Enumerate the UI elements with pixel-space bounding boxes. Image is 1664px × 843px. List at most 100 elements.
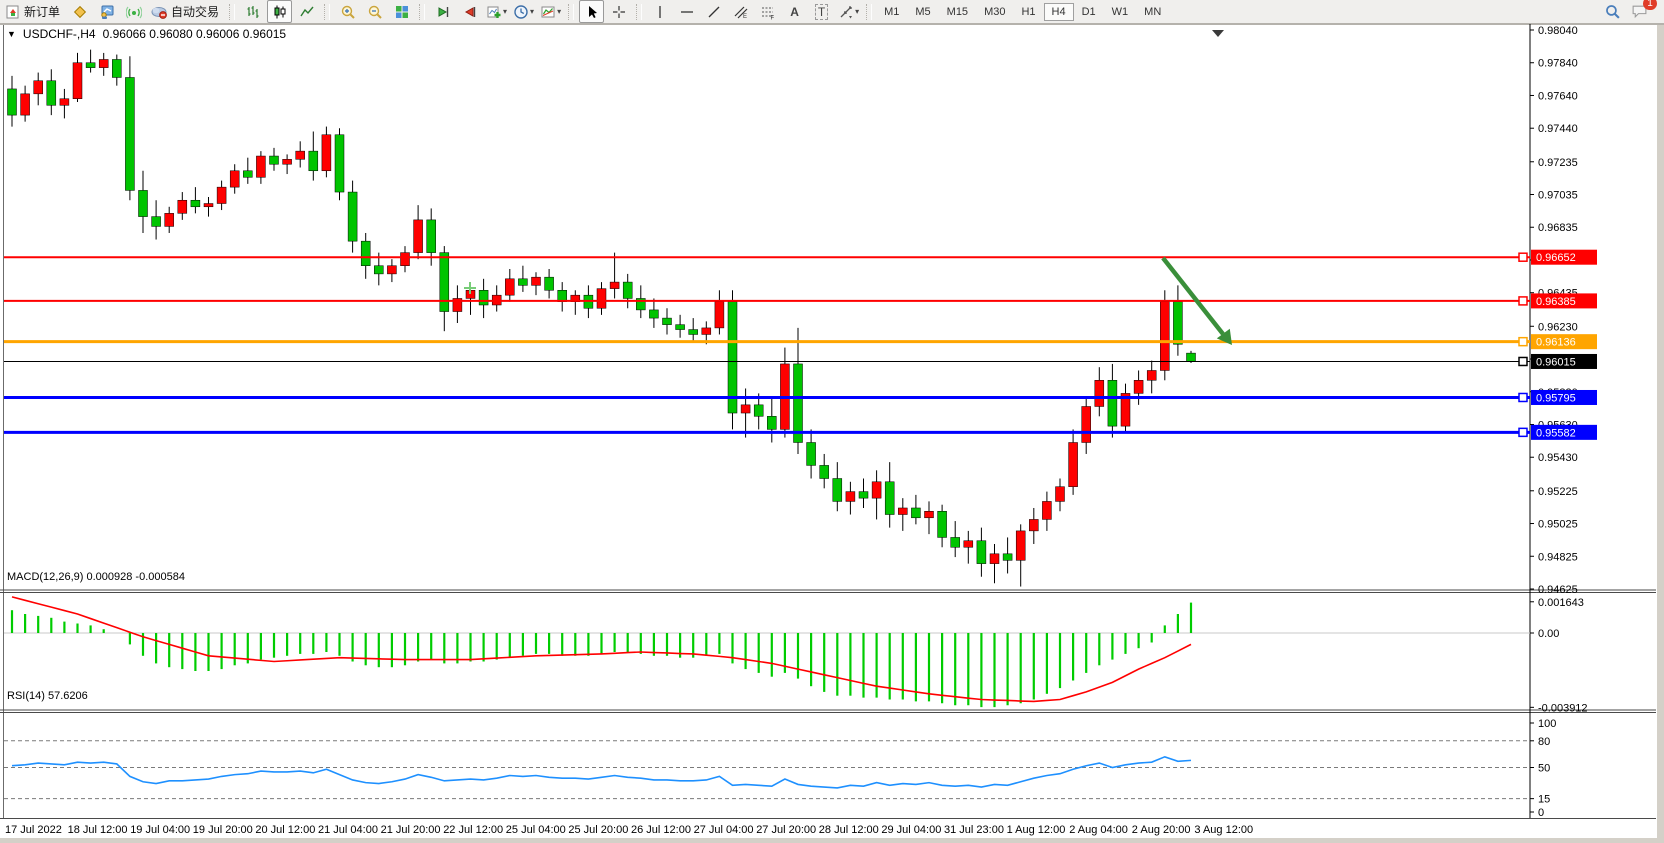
chart-shift-button[interactable] [457, 0, 482, 23]
hline-anchor[interactable] [1519, 428, 1527, 436]
candle-body [34, 81, 43, 94]
hline-anchor[interactable] [1519, 253, 1527, 261]
signal-button[interactable] [121, 0, 146, 23]
candle-body [256, 156, 265, 177]
zoom-in-button[interactable] [335, 0, 360, 23]
trendline-tool-button[interactable] [701, 0, 726, 23]
hline-anchor[interactable] [1519, 297, 1527, 305]
hline-anchor[interactable] [1519, 357, 1527, 365]
timeframe-h4-button[interactable]: H4 [1044, 3, 1074, 21]
macd-indicator-label: MACD(12,26,9) 0.000928 -0.000584 [7, 571, 185, 583]
auto-trading-button[interactable]: 自动交易 [148, 0, 224, 23]
candle-body [270, 156, 279, 164]
hline-anchor[interactable] [1519, 338, 1527, 346]
candle-body [597, 289, 606, 309]
candle-body [1016, 531, 1025, 560]
candle-body [21, 94, 30, 115]
rsi-indicator-label: RSI(14) 57.6206 [7, 690, 88, 702]
candle-body [767, 416, 776, 429]
timeframe-m15-button[interactable]: M15 [939, 3, 976, 21]
time-axis-label: 21 Jul 20:00 [381, 824, 441, 836]
search-button[interactable] [1600, 0, 1625, 23]
chart-shift-icon [462, 4, 478, 20]
window-right-edge [1657, 24, 1664, 843]
crosshair-icon [611, 4, 627, 20]
gold-button[interactable] [67, 0, 92, 23]
add-indicator-button[interactable]: ▾ [484, 0, 509, 23]
zoom-out-icon [367, 4, 383, 20]
auto-trading-icon [150, 4, 168, 20]
auto-scroll-button[interactable] [430, 0, 455, 23]
candle-body [8, 89, 17, 115]
timeframe-w1-button[interactable]: W1 [1104, 3, 1137, 21]
candle-body [1042, 501, 1051, 519]
price-tick-label: 0.95025 [1538, 519, 1578, 531]
price-tick-label: 0.97440 [1538, 123, 1578, 135]
candle-body [440, 253, 449, 312]
label-tool-icon: T [815, 4, 828, 20]
chart-ohlc-values: 0.96066 0.96080 0.96006 0.96015 [103, 27, 287, 41]
text-tool-icon: A [790, 5, 799, 19]
vertical-line-tool-button[interactable] [647, 0, 672, 23]
zoom-out-button[interactable] [362, 0, 387, 23]
candle-body [1082, 406, 1091, 442]
price-tick-label: 0.98040 [1538, 25, 1578, 37]
new-order-button[interactable]: 新订单 [3, 0, 65, 23]
tile-windows-icon [394, 4, 410, 20]
toolbar-separator [568, 4, 574, 20]
fibonacci-tool-button[interactable]: F [755, 0, 780, 23]
timeframe-m5-button[interactable]: M5 [907, 3, 938, 21]
horizontal-line-icon [679, 4, 695, 20]
timeframe-d1-button[interactable]: D1 [1074, 3, 1104, 21]
template-icon [540, 4, 556, 20]
tile-windows-button[interactable] [389, 0, 414, 23]
cursor-tool-button[interactable] [579, 0, 604, 23]
auto-scroll-icon [435, 4, 451, 20]
market-watch-button[interactable] [94, 0, 119, 23]
bar-chart-mode-button[interactable] [240, 0, 265, 23]
timeframe-m30-button[interactable]: M30 [976, 3, 1013, 21]
candle-body [1173, 302, 1182, 345]
price-tick-label: 0.96230 [1538, 321, 1578, 333]
candle-body [73, 63, 82, 99]
hline-anchor[interactable] [1519, 393, 1527, 401]
candle-body [977, 541, 986, 564]
candle-body [794, 364, 803, 443]
candlestick-mode-button[interactable] [267, 0, 292, 23]
fibonacci-icon: F [760, 4, 776, 20]
templates-button[interactable]: ▾ [538, 0, 563, 23]
timeframe-h1-button[interactable]: H1 [1013, 3, 1043, 21]
channel-tool-button[interactable]: E [728, 0, 753, 23]
notifications-button[interactable]: 1 [1627, 0, 1652, 23]
price-tick-label: 0.94825 [1538, 551, 1578, 563]
candle-body [1056, 487, 1065, 502]
timeframe-m1-button[interactable]: M1 [876, 3, 907, 21]
dropdown-caret-icon: ▾ [855, 7, 859, 16]
price-tag-label: 0.95582 [1536, 427, 1576, 439]
add-indicator-icon [486, 4, 502, 20]
label-tool-button[interactable]: T [809, 0, 834, 23]
candle-body [545, 277, 554, 290]
time-axis-label: 20 Jul 12:00 [255, 824, 315, 836]
candle-body [401, 253, 410, 266]
timeframe-mn-button[interactable]: MN [1136, 3, 1169, 21]
candle-body [1160, 302, 1169, 371]
chart-title-caret-icon[interactable]: ▼ [7, 29, 16, 39]
arrows-tool-button[interactable]: ▾ [836, 0, 861, 23]
time-axis-label: 19 Jul 04:00 [130, 824, 190, 836]
periods-button[interactable]: ▾ [511, 0, 536, 23]
line-chart-mode-button[interactable] [294, 0, 319, 23]
candle-body [217, 187, 226, 203]
price-tick-label: 0.96835 [1538, 222, 1578, 234]
candle-body [741, 405, 750, 413]
candle-body [387, 266, 396, 274]
time-axis-label: 2 Aug 20:00 [1132, 824, 1191, 836]
crosshair-tool-button[interactable] [606, 0, 631, 23]
horizontal-line-tool-button[interactable] [674, 0, 699, 23]
candle-body [125, 77, 134, 190]
vertical-line-icon [652, 4, 668, 20]
text-tool-button[interactable]: A [782, 0, 807, 23]
time-axis-label: 25 Jul 20:00 [568, 824, 628, 836]
candle-body [872, 482, 881, 498]
chart-canvas[interactable]: 0.980400.978400.976400.974400.972350.970… [0, 24, 1664, 843]
